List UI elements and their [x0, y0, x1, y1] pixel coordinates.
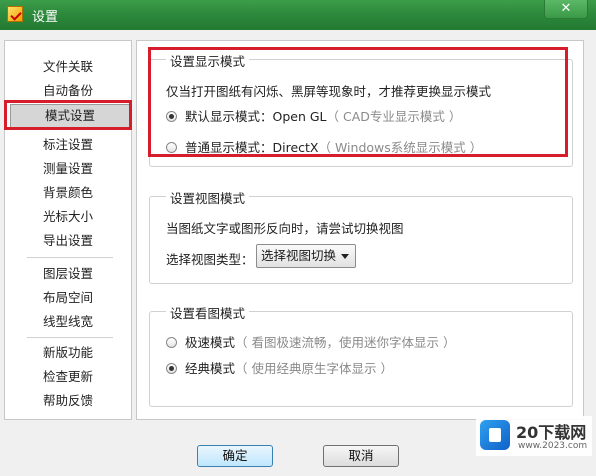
watermark: 20下载网 www.2023.com	[476, 416, 592, 456]
ok-button[interactable]: 确定	[197, 445, 273, 467]
watermark-url: www.2023.com	[518, 441, 588, 451]
watermark-brand: 20下载网	[516, 423, 587, 442]
radio-classic-mode[interactable]: 经典模式（ 使用经典原生字体显示 ）	[166, 358, 393, 377]
display-mode-title: 设置显示模式	[166, 51, 250, 70]
view-mode-description: 当图纸文字或图形反向时，请尝试切换视图	[166, 221, 404, 236]
view-type-label: 选择视图类型：	[166, 252, 254, 267]
sidebar-item-annotation-settings[interactable]: 标注设置	[5, 133, 131, 157]
view-type-select[interactable]: 选择视图切换	[256, 244, 356, 268]
settings-panel: 设置显示模式 仅当打开图纸有闪烁、黑屏等现象时，才推荐更换显示模式 默认显示模式…	[136, 40, 584, 420]
sidebar-item-measure-settings[interactable]: 测量设置	[5, 157, 131, 181]
sidebar-divider	[27, 337, 113, 338]
display-mode-group: 设置显示模式 仅当打开图纸有闪烁、黑屏等现象时，才推荐更换显示模式 默认显示模式…	[149, 51, 573, 167]
sidebar-item-auto-backup[interactable]: 自动备份	[5, 79, 131, 103]
sidebar-item-file-association[interactable]: 文件关联	[5, 55, 131, 79]
radio-unchecked-icon[interactable]	[166, 337, 177, 348]
radio-fast-mode-hint: （ 看图极速流畅，使用迷你字体显示 ）	[235, 335, 456, 350]
radio-classic-mode-hint: （ 使用经典原生字体显示 ）	[235, 361, 393, 376]
sidebar-item-background-color[interactable]: 背景颜色	[5, 181, 131, 205]
chevron-down-icon	[341, 254, 349, 259]
radio-fast-mode-label: 极速模式	[185, 335, 236, 350]
app-logo-icon	[7, 6, 23, 22]
sidebar-item-check-updates[interactable]: 检查更新	[5, 365, 131, 389]
close-button[interactable]: ✕	[544, 0, 588, 19]
radio-fast-mode[interactable]: 极速模式（ 看图极速流畅，使用迷你字体显示 ）	[166, 332, 455, 351]
window-title: 设置	[32, 10, 59, 25]
radio-directx-hint: （ Windows系统显示模式 ）	[318, 140, 483, 155]
sidebar-item-line-type[interactable]: 线型线宽	[5, 310, 131, 334]
view-mode-group: 设置视图模式 当图纸文字或图形反向时，请尝试切换视图 选择视图类型：	[149, 188, 573, 284]
radio-opengl[interactable]: 默认显示模式：Open GL（ CAD专业显示模式 ）	[166, 106, 461, 125]
sidebar-item-layer-settings[interactable]: 图层设置	[5, 262, 131, 286]
radio-classic-mode-label: 经典模式	[185, 361, 236, 376]
cancel-button[interactable]: 取消	[323, 445, 399, 467]
settings-sidebar: 文件关联 自动备份 模式设置 标注设置 测量设置 背景颜色 光标大小 导出设置 …	[4, 40, 132, 420]
radio-directx[interactable]: 普通显示模式：DirectX（ Windows系统显示模式 ）	[166, 137, 482, 156]
sidebar-item-new-features[interactable]: 新版功能	[5, 341, 131, 365]
sidebar-item-mode-settings[interactable]: 模式设置	[10, 104, 130, 128]
radio-opengl-hint: （ CAD专业显示模式 ）	[326, 109, 462, 124]
sidebar-item-layout-space[interactable]: 布局空间	[5, 286, 131, 310]
radio-unchecked-icon[interactable]	[166, 142, 177, 153]
title-bar: 设置 ✕	[0, 0, 596, 30]
look-mode-group: 设置看图模式 极速模式（ 看图极速流畅，使用迷你字体显示 ） 经典模式（ 使用经…	[149, 303, 573, 407]
radio-checked-icon[interactable]	[166, 111, 177, 122]
look-mode-title: 设置看图模式	[166, 303, 250, 322]
watermark-logo-icon	[480, 420, 510, 450]
sidebar-item-export-settings[interactable]: 导出设置	[5, 229, 131, 253]
display-mode-description: 仅当打开图纸有闪烁、黑屏等现象时，才推荐更换显示模式	[166, 84, 492, 99]
view-type-select-value: 选择视图切换	[261, 248, 337, 263]
sidebar-divider	[27, 257, 113, 258]
sidebar-item-cursor-size[interactable]: 光标大小	[5, 205, 131, 229]
sidebar-item-help-feedback[interactable]: 帮助反馈	[5, 389, 131, 413]
view-mode-title: 设置视图模式	[166, 188, 250, 207]
radio-checked-icon[interactable]	[166, 363, 177, 374]
radio-directx-label: 普通显示模式：DirectX	[185, 140, 319, 155]
radio-opengl-label: 默认显示模式：Open GL	[185, 109, 327, 124]
